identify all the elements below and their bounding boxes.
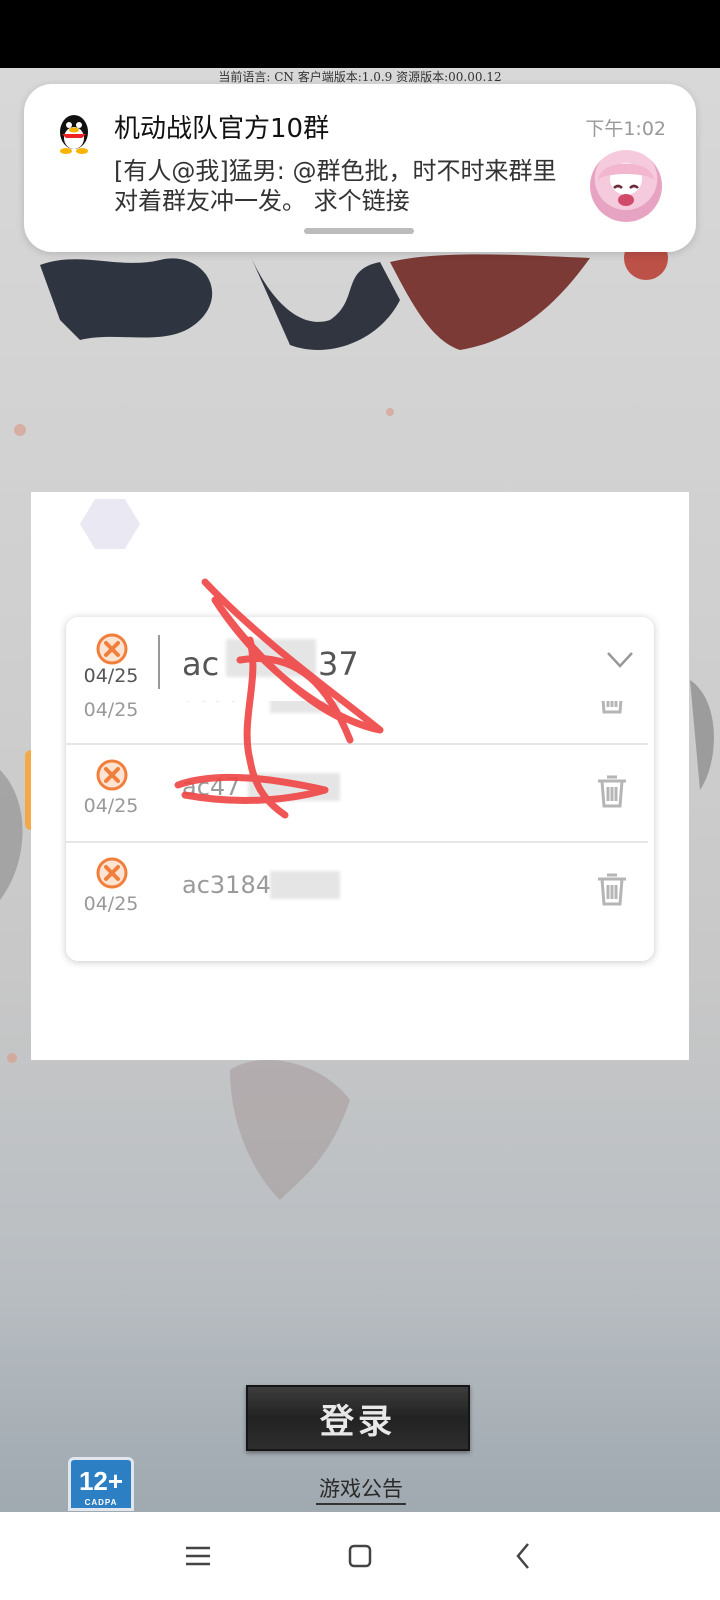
account-name[interactable]: ac47 — [182, 773, 240, 801]
sender-avatar — [590, 150, 662, 222]
close-x-icon[interactable] — [96, 759, 128, 791]
redacted-block — [226, 639, 316, 677]
age-rating-badge: 12+ CADPA — [68, 1457, 134, 1511]
redacted-block — [248, 773, 340, 801]
account-dropdown: 04/25 ac66 04/25 ac47 04/25 ac3184 — [66, 617, 654, 961]
qq-penguin-icon — [60, 115, 88, 154]
close-x-icon[interactable] — [96, 857, 128, 889]
account-row[interactable]: 04/25 ac3184 — [66, 841, 654, 939]
account-date: 04/25 — [83, 795, 139, 817]
notification-message: [有人@我]猛男: @群色批，时不时来群里对着群友冲一发。 求个链接 — [114, 157, 557, 215]
trash-icon[interactable] — [596, 871, 628, 907]
age-rating-org: CADPA — [84, 1498, 118, 1507]
close-x-icon[interactable] — [96, 633, 128, 665]
notification-time: 下午1:02 — [585, 118, 666, 140]
account-date: 04/25 — [83, 699, 139, 721]
home-square-icon[interactable] — [340, 1538, 380, 1574]
hexagon-decoration-icon — [80, 499, 140, 549]
account-name[interactable]: ac3184 — [182, 871, 271, 899]
login-button[interactable]: 登录 — [246, 1385, 470, 1451]
system-navigation-bar — [0, 1512, 720, 1600]
current-account[interactable]: 04/25 ac 37 — [66, 617, 654, 701]
game-notice-link[interactable]: 游戏公告 — [316, 1473, 406, 1505]
account-row[interactable]: 04/25 ac47 — [66, 743, 654, 841]
divider — [158, 635, 160, 689]
anime-avatar-icon — [598, 163, 654, 206]
notification-title: 机动战队官方10群 — [114, 114, 330, 144]
qq-notification[interactable]: 机动战队官方10群 下午1:02 [有人@我]猛男: @群色批，时不时来群里对着… — [24, 84, 696, 252]
status-bar — [0, 0, 720, 68]
back-chevron-icon[interactable] — [504, 1538, 544, 1574]
notification-drag-handle[interactable] — [304, 228, 414, 234]
trash-icon[interactable] — [596, 773, 628, 809]
current-account-name-tail: 37 — [318, 645, 359, 683]
account-date: 04/25 — [83, 893, 139, 915]
current-account-name[interactable]: ac — [182, 645, 219, 683]
chevron-down-icon[interactable] — [606, 651, 634, 669]
age-rating-label: 12+ — [78, 1466, 124, 1496]
current-account-date: 04/25 — [83, 665, 139, 687]
redacted-block — [270, 871, 340, 899]
menu-icon[interactable] — [178, 1538, 218, 1574]
